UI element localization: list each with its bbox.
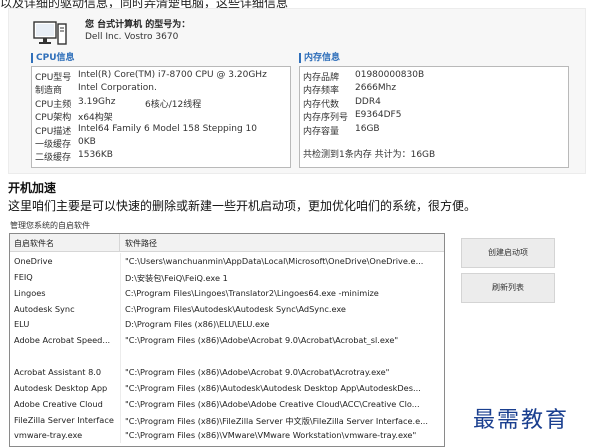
table-row[interactable]: OneDrive "C:\Users\wanchuanmin\AppData\Lo… [10,253,444,269]
startup-item-path: "C:\Users\wanchuanmin\AppData\Local\Micr… [125,256,424,266]
section-title: 开机加速 [8,181,57,195]
startup-manager-label: 管理您系统的自启软件 [10,221,90,230]
memory-info-value: 01980000830B [355,70,425,80]
startup-item-path: "C:\Program Files (x86)\Adobe\Acrobat 9.… [125,335,399,346]
startup-item-path: "C:\Program Files (x86)\VMware\VMware Wo… [125,430,417,441]
startup-item-path: D:\Program Files (x86)\ELU\ELU.exe [125,319,270,330]
table-row[interactable]: FEIQ D:\安装包\FeiQ\FeiQ.exe 1 [10,268,444,285]
memory-summary: 共检测到1条内存 共计为：16GB [303,150,436,160]
cpu-info-key: CPU型号 [35,73,72,83]
section-description: 这里咱们主要是可以快速的删除或新建一些开机启动项，更加优化咱们的系统，很方便。 [8,199,477,213]
memory-info-key: 内存序列号 [303,113,349,124]
table-row[interactable]: Lingoes C:\Program Files\Lingoes\Translat… [10,284,444,301]
memory-info-value: 16GB [355,123,380,134]
table-row[interactable]: Autodesk Sync C:\Program Files\Autodesk\A… [10,300,444,317]
startup-item-name: Lingoes [14,287,46,298]
memory-info-value: DDR4 [355,96,381,107]
cpu-info-key: CPU描述 [35,126,72,137]
startup-item-path: C:\Program Files\Lingoes\Translator2\Lin… [125,287,379,298]
memory-info-value: 2666Mhz [355,83,397,94]
startup-item-name: FEIQ [14,271,33,282]
startup-item-path: "C:\Program Files (x86)\Adobe\Acrobat 9.… [125,366,390,377]
cpu-info-key: CPU主频 [35,99,72,110]
computer-model: Dell Inc. Vostro 3670 [85,32,179,42]
startup-item-path: "C:\Program Files (x86)\FileZilla Server… [125,415,428,426]
computer-type-title: 您 台式计算机 的型号为： [85,20,191,30]
cpu-info-value: Intel Corporation. [78,83,157,94]
memory-info-key: 内存容量 [303,126,340,137]
memory-info-key: 内存频率 [303,86,340,97]
startup-item-path: "C:\Program Files (x86)\Autodesk\Autodes… [125,382,421,393]
startup-items-list[interactable]: 自启软件名 软件路径 OneDrive "C:\Users\wanchuanmin… [9,233,445,447]
desktop-computer-icon [33,21,67,45]
table-row[interactable]: Autodesk Desktop App "C:\Program Files (x… [10,379,444,396]
startup-item-name: Adobe Acrobat Speed... [14,335,111,346]
table-row[interactable]: FileZilla Server Interface "C:\Program Fi… [10,411,444,428]
memory-info-value: E9364DF5 [355,110,402,121]
watermark-logo: 最需教育 [473,408,570,433]
table-row[interactable] [10,348,444,365]
column-header-path[interactable]: 软件路径 [125,238,157,249]
memory-info-box: 共检测到1条内存 共计为：16GB 内存品牌 01980000830B 内存频率 26… [299,66,569,168]
create-startup-item-button[interactable]: 创建启动项 [461,238,555,268]
column-header-name[interactable]: 自启软件名 [14,238,54,249]
startup-item-name: ELU [14,319,30,330]
table-row[interactable]: Adobe Acrobat Speed... "C:\Program Files … [10,332,444,349]
cpu-info-extra: 6核心/12线程 [145,99,202,110]
startup-item-name: OneDrive [14,256,53,266]
computer-info-panel: 您 台式计算机 的型号为： Dell Inc. Vostro 3670 CPU信… [8,8,586,174]
cpu-info-value: 0KB [78,137,96,147]
refresh-list-button[interactable]: 刷新列表 [461,273,555,303]
cpu-info-key: 二级缓存 [35,153,72,164]
cpu-info-value: Intel64 Family 6 Model 158 Stepping 10 [78,123,258,134]
startup-item-name: Autodesk Desktop App [14,382,108,393]
startup-item-name: vmware-tray.exe [14,430,83,441]
startup-item-name: Adobe Creative Cloud [14,398,103,409]
startup-item-path: C:\Program Files\Autodesk\Autodesk Sync\… [125,303,346,314]
cpu-info-value: Intel(R) Core(TM) i7-8700 CPU @ 3.20GHz [78,70,267,80]
cpu-info-value: 1536KB [78,150,113,161]
cpu-info-key: 一级缓存 [35,140,72,150]
memory-info-key: 内存代数 [303,99,340,110]
startup-item-path: D:\安装包\FeiQ\FeiQ.exe 1 [125,272,228,283]
cpu-info-value: 3.19Ghz [78,96,116,107]
table-row[interactable]: Acrobat Assistant 8.0 "C:\Program Files (… [10,363,444,380]
memory-info-key: 内存品牌 [303,73,340,83]
memory-group-title: 内存信息 [299,53,340,63]
startup-item-path: "C:\Program Files (x86)\Adobe\Adobe Crea… [125,398,420,409]
table-row[interactable]: ELU D:\Program Files (x86)\ELU\ELU.exe [10,316,444,333]
startup-item-name: FileZilla Server Interface [14,414,114,425]
list-header: 自启软件名 软件路径 [10,234,444,252]
cpu-group-title: CPU信息 [31,53,75,63]
table-row[interactable]: vmware-tray.exe "C:\Program Files (x86)\V… [10,427,444,444]
startup-item-name: Autodesk Sync [14,303,75,314]
cpu-info-key: CPU架构 [35,113,72,124]
startup-item-name: Acrobat Assistant 8.0 [14,366,102,377]
cpu-info-key: 制造商 [35,86,63,97]
table-row[interactable]: Adobe Creative Cloud "C:\Program Files (x… [10,395,444,412]
cpu-info-value: x64构架 [78,113,113,124]
cpu-info-box: CPU型号 Intel(R) Core(TM) i7-8700 CPU @ 3.2… [31,66,291,168]
